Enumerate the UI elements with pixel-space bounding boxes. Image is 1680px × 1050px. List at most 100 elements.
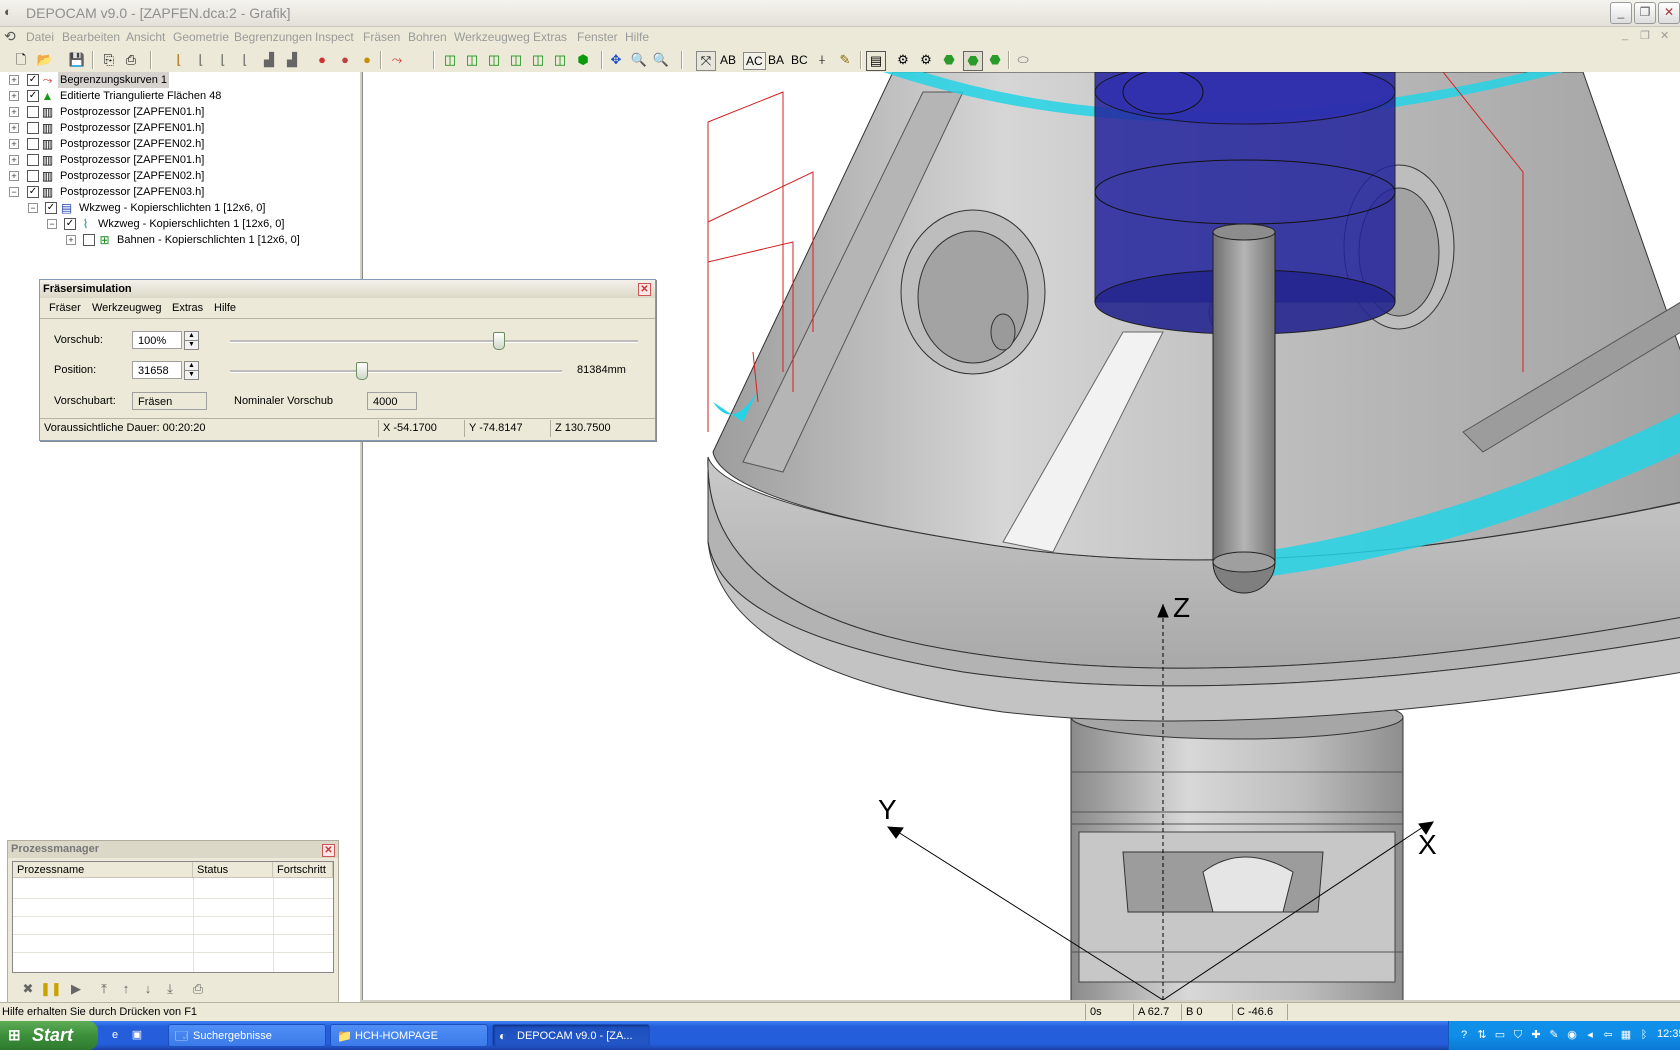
tray-bluetooth-icon[interactable]: ᛒ (1637, 1028, 1651, 1042)
copy-icon[interactable]: ⎘ (100, 51, 118, 69)
minimize-button[interactable]: _ (1610, 2, 1632, 24)
move-down-icon[interactable]: ↓ (140, 981, 156, 997)
collapse-icon[interactable]: − (28, 203, 38, 213)
boundary-tool-5-icon[interactable]: ▟ (260, 51, 278, 69)
dialog-menu-werkzeugweg[interactable]: Werkzeugweg (92, 302, 162, 314)
boundary-tool-4-icon[interactable]: ⌊ (236, 51, 254, 69)
tray-tool-icon[interactable]: ✎ (1547, 1028, 1561, 1042)
task-hch-hompage[interactable]: 📁 HCH-HOMPAGE (330, 1024, 488, 1047)
expand-icon[interactable]: + (9, 171, 19, 181)
menu-fenster[interactable]: Fenster (577, 30, 618, 44)
menu-datei[interactable]: Datei (26, 30, 54, 44)
plane-ab-button[interactable]: AB (720, 52, 736, 68)
mdi-close-icon[interactable]: ✕ (1660, 29, 1669, 42)
position-slider[interactable] (230, 362, 562, 380)
position-input[interactable]: 31658 (132, 361, 182, 379)
tree-checkbox[interactable] (27, 106, 39, 118)
expand-icon[interactable]: + (9, 75, 19, 85)
dialog-menu-extras[interactable]: Extras (172, 302, 203, 314)
menu-fraesen[interactable]: Fräsen (363, 30, 400, 44)
feed-spin-down-icon[interactable]: ▼ (184, 340, 199, 350)
expand-icon[interactable]: + (9, 155, 19, 165)
mdi-restore-icon[interactable]: ❐ (1640, 29, 1650, 42)
simulate-icon[interactable]: ⚙ (894, 51, 912, 69)
tray-safely-remove-icon[interactable]: ⇦ (1601, 1028, 1615, 1042)
zoom-in-icon[interactable]: 🔍 (652, 51, 670, 69)
plane-bc-button[interactable]: BC (791, 52, 808, 68)
ie-quicklaunch-icon[interactable]: e (108, 1028, 122, 1042)
task-suchergebnisse[interactable]: 🗔 Suchergebnisse (168, 1024, 326, 1047)
plane-ba-button[interactable]: BA (768, 52, 784, 68)
column-progress[interactable]: Fortschritt (273, 862, 333, 878)
simulate-active-icon[interactable]: ⬣ (963, 51, 983, 71)
menu-extras[interactable]: Extras (533, 30, 567, 44)
tray-display-icon[interactable]: ▦ (1619, 1028, 1633, 1042)
expand-icon[interactable]: + (9, 139, 19, 149)
mdi-document-icon[interactable]: ⟲ (4, 28, 16, 45)
menu-inspect[interactable]: Inspect (315, 30, 354, 44)
graphics-viewport[interactable]: Z Y X (362, 72, 1680, 1000)
tree-checkbox[interactable]: ✓ (45, 202, 57, 214)
mill-tool-icon[interactable]: ● (313, 51, 331, 69)
delete-process-icon[interactable]: ✖ (20, 981, 36, 997)
tree-checkbox[interactable] (27, 170, 39, 182)
tray-help-icon[interactable]: ? (1457, 1028, 1471, 1042)
boundary-tool-2-icon[interactable]: ⌊ (192, 51, 210, 69)
print-icon[interactable]: ⎙ (122, 51, 140, 69)
start-button[interactable]: ⊞ Start (0, 1021, 98, 1050)
collapse-icon[interactable]: − (9, 187, 19, 197)
boundary-tool-6-icon[interactable]: ▟ (283, 51, 301, 69)
expand-icon[interactable]: + (9, 91, 19, 101)
plane-ac-button[interactable]: AC (743, 52, 766, 70)
zoom-out-icon[interactable]: 🔍 (630, 51, 648, 69)
menu-ansicht[interactable]: Ansicht (126, 30, 165, 44)
column-status[interactable]: Status (193, 862, 273, 878)
ellipse-icon[interactable]: ⬭ (1014, 51, 1032, 69)
simulate-step-icon[interactable]: ⚙ (917, 51, 935, 69)
dialog-menu-fraeser[interactable]: Fräser (49, 302, 81, 314)
collapse-icon[interactable]: − (47, 219, 57, 229)
view-iso-2-icon[interactable]: ◫ (551, 51, 569, 69)
tray-update-icon[interactable]: ◉ (1565, 1028, 1579, 1042)
menu-begrenzungen[interactable]: Begrenzungen (234, 30, 312, 44)
expand-icon[interactable]: + (9, 107, 19, 117)
view-top-icon[interactable]: ◫ (441, 51, 459, 69)
menu-werkzeugweg[interactable]: Werkzeugweg (454, 30, 530, 44)
move-up-icon[interactable]: ↑ (118, 981, 134, 997)
simulate-compare-icon[interactable]: ⬣ (986, 51, 1004, 69)
feed-slider-thumb[interactable] (493, 332, 505, 350)
tree-checkbox[interactable]: ✓ (27, 74, 39, 86)
measure-icon[interactable]: ✎ (836, 51, 854, 69)
boundary-tool-3-icon[interactable]: ⌊ (214, 51, 232, 69)
tree-checkbox[interactable] (27, 138, 39, 150)
process-properties-icon[interactable]: ⎙ (190, 981, 206, 997)
expand-icon[interactable]: + (9, 123, 19, 133)
rotate-axes-icon[interactable]: ⤧ (696, 51, 716, 71)
tray-monitor-icon[interactable]: ▭ (1493, 1028, 1507, 1042)
feed-input[interactable]: 100% (132, 331, 182, 349)
tray-antivirus-icon[interactable]: ✚ (1529, 1028, 1543, 1042)
view-back-icon[interactable]: ◫ (507, 51, 525, 69)
pan-icon[interactable]: ✥ (607, 51, 625, 69)
column-process-name[interactable]: Prozessname (13, 862, 193, 878)
task-depocam[interactable]: ◐ DEPOCAM v9.0 - [ZA... (492, 1024, 650, 1047)
desktop-quicklaunch-icon[interactable]: ▣ (130, 1028, 144, 1042)
mdi-minimize-icon[interactable]: _ (1622, 29, 1628, 41)
menu-geometrie[interactable]: Geometrie (173, 30, 229, 44)
open-folder-icon[interactable]: 📂 (36, 51, 54, 69)
process-manager-close-button[interactable]: ✕ (322, 844, 335, 857)
menu-bohren[interactable]: Bohren (408, 30, 447, 44)
tree-checkbox[interactable] (27, 122, 39, 134)
dialog-menu-hilfe[interactable]: Hilfe (214, 302, 236, 314)
position-slider-thumb[interactable] (356, 362, 368, 380)
play-icon[interactable]: ▶ (68, 981, 84, 997)
tray-network-icon[interactable]: ⇅ (1475, 1028, 1489, 1042)
menu-hilfe[interactable]: Hilfe (625, 30, 649, 44)
close-button[interactable]: ✕ (1658, 2, 1680, 24)
simulate-material-icon[interactable]: ⬣ (940, 51, 958, 69)
dialog-close-button[interactable]: ✕ (638, 283, 651, 296)
position-spin-down-icon[interactable]: ▼ (184, 370, 199, 380)
toolpath-tool-icon[interactable]: ● (358, 51, 376, 69)
pause-icon[interactable]: ❚❚ (40, 981, 62, 997)
tree-checkbox[interactable] (27, 154, 39, 166)
